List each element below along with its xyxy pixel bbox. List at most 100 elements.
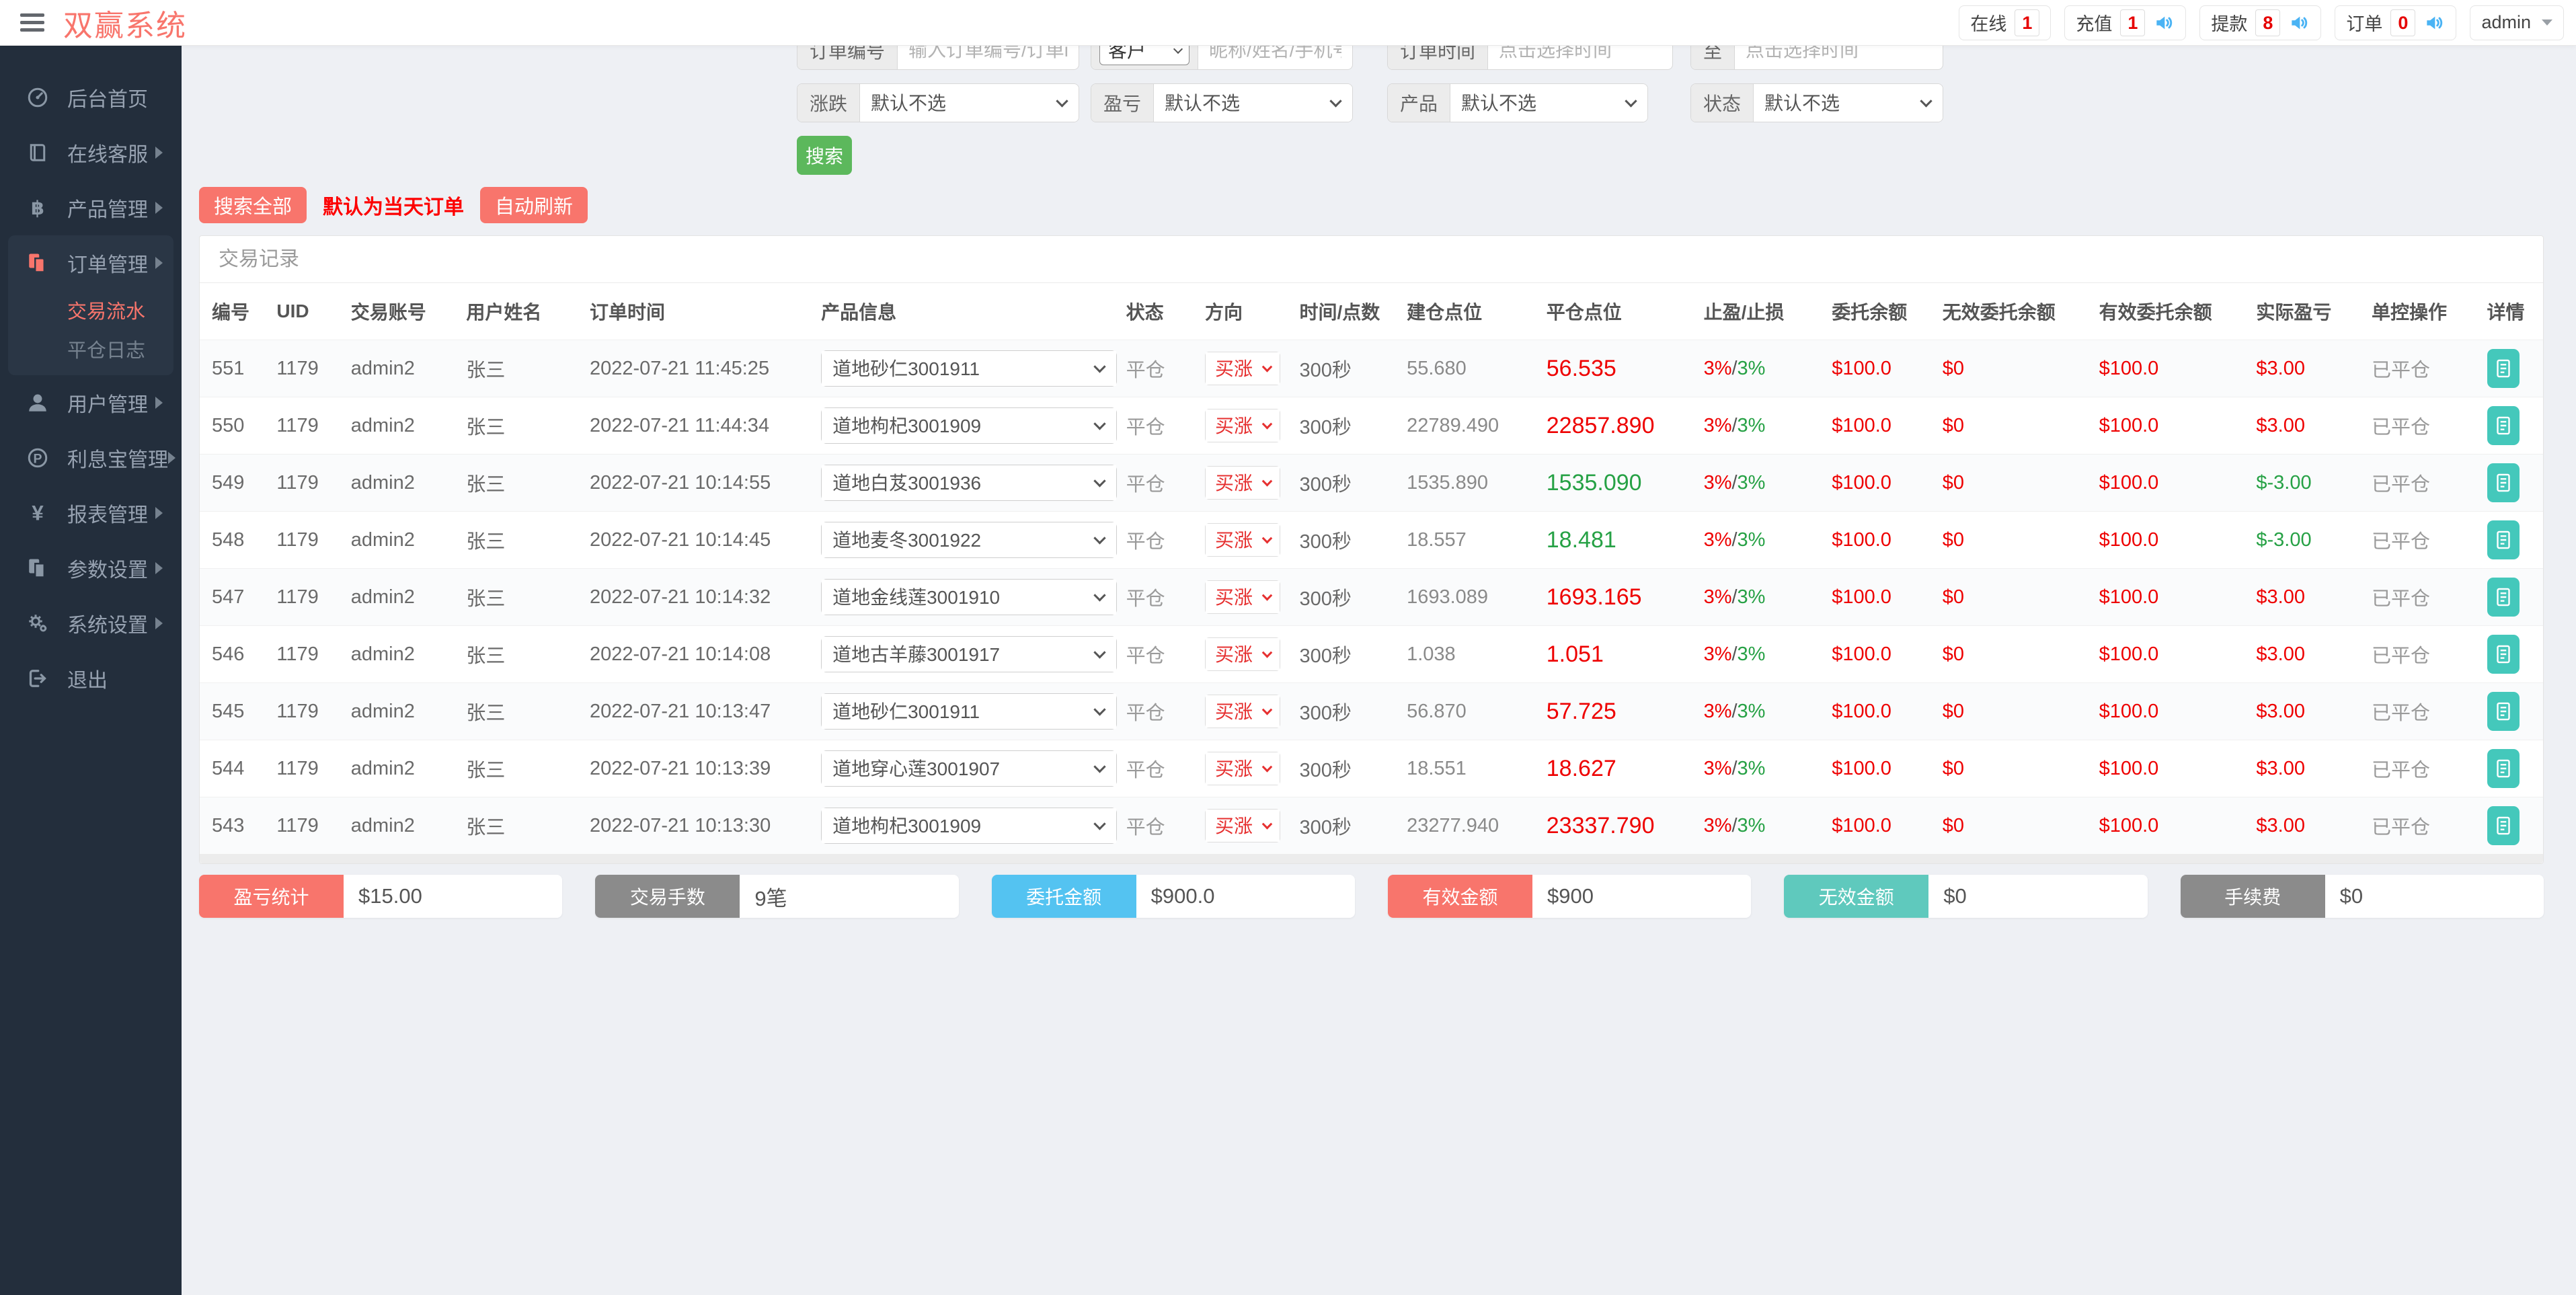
product-select[interactable]: 道地穿心莲3001907	[822, 751, 1116, 786]
sidebar-subitem-close-log[interactable]: 平仓日志	[8, 329, 173, 368]
admin-menu[interactable]: admin	[2470, 5, 2564, 40]
product-select[interactable]: 道地砂仁3001911	[822, 694, 1116, 729]
direction-select[interactable]: 买涨	[1206, 752, 1280, 785]
summary-invalid-amount: 无效金额 $0	[1784, 875, 2147, 918]
search-all-button[interactable]: 搜索全部	[199, 187, 307, 223]
product-select[interactable]: 道地砂仁3001911	[822, 351, 1116, 386]
detail-button[interactable]	[2487, 463, 2520, 502]
detail-button[interactable]	[2487, 349, 2520, 388]
sidebar-item-products[interactable]: ฿ 产品管理	[0, 180, 182, 235]
speaker-icon[interactable]	[2153, 12, 2175, 34]
take-profit-value: 3%	[1704, 701, 1732, 722]
detail-button[interactable]	[2487, 692, 2520, 731]
product-select[interactable]: 道地白芨3001936	[822, 465, 1116, 500]
direction-select[interactable]: 买涨	[1206, 524, 1280, 556]
cell-username: 张三	[461, 569, 584, 626]
detail-button[interactable]	[2487, 635, 2520, 674]
detail-button[interactable]	[2487, 406, 2520, 445]
cell-order-id: 547	[200, 569, 271, 626]
sidebar-item-users[interactable]: 用户管理	[0, 375, 182, 430]
auto-refresh-button[interactable]: 自动刷新	[480, 187, 588, 223]
cell-username: 张三	[461, 340, 584, 397]
sidebar-item-logout[interactable]: 退出	[0, 651, 182, 706]
sidebar-item-system-settings[interactable]: 系统设置	[0, 596, 182, 651]
col-header: 止盈/止损	[1699, 283, 1827, 340]
product-select[interactable]: 道地麦冬3001922	[822, 522, 1116, 557]
cell-open-price: 18.551	[1401, 740, 1541, 797]
product-select[interactable]: 道地枸杞3001909	[822, 808, 1116, 843]
detail-button[interactable]	[2487, 578, 2520, 617]
top-header: 双赢系统 在线 1 充值 1 提款 8 订单 0 admin	[0, 0, 2576, 46]
table-row: 550 1179 admin2 张三 2022-07-21 11:44:34 道…	[200, 397, 2543, 455]
sidebar-item-dashboard[interactable]: 后台首页	[0, 70, 182, 125]
book-icon	[26, 141, 50, 165]
product-select[interactable]: 道地金线莲3001910	[822, 580, 1116, 615]
updown-select[interactable]: 默认不选	[860, 84, 1079, 122]
status-select[interactable]: 默认不选	[1754, 84, 1943, 122]
col-header: 建仓点位	[1401, 283, 1541, 340]
cell-username: 张三	[461, 740, 584, 797]
direction-select[interactable]: 买涨	[1206, 352, 1280, 385]
detail-button[interactable]	[2487, 749, 2520, 788]
sidebar-item-parameters[interactable]: 参数设置	[0, 541, 182, 596]
cell-control-status: 已平仓	[2366, 626, 2482, 683]
col-header: 用户姓名	[461, 283, 584, 340]
summary-label: 委托金额	[992, 875, 1136, 918]
cell-detail	[2482, 512, 2543, 569]
speaker-icon[interactable]	[2288, 12, 2310, 34]
direction-select[interactable]: 买涨	[1206, 581, 1280, 613]
detail-button[interactable]	[2487, 806, 2520, 845]
col-header: 状态	[1121, 283, 1200, 340]
cell-uid: 1179	[271, 683, 345, 740]
summary-label: 无效金额	[1784, 875, 1928, 918]
cell-invalid-balance: $0	[1937, 455, 2094, 512]
list-document-icon	[2492, 355, 2515, 382]
direction-select[interactable]: 买涨	[1206, 467, 1280, 499]
cell-duration: 300秒	[1294, 569, 1402, 626]
filter-updown: 涨跌 默认不选	[797, 83, 1079, 122]
sidebar-item-interest[interactable]: P 利息宝管理	[0, 430, 182, 485]
sidebar-item-order-management[interactable]: 订单管理	[8, 235, 173, 290]
cell-valid-balance: $100.0	[2094, 569, 2251, 626]
cell-valid-balance: $100.0	[2094, 740, 2251, 797]
direction-select[interactable]: 买涨	[1206, 409, 1280, 442]
direction-select[interactable]: 买涨	[1206, 638, 1280, 670]
profit-select-wrap: 默认不选	[1154, 84, 1352, 122]
menu-toggle-icon[interactable]	[20, 13, 44, 32]
cell-tp-sl: 3%/3%	[1699, 340, 1827, 397]
direction-select-wrap: 买涨	[1205, 637, 1280, 671]
sidebar-item-customer-service[interactable]: 在线客服	[0, 125, 182, 180]
cell-status: 平仓	[1121, 626, 1200, 683]
product-select[interactable]: 道地枸杞3001909	[822, 408, 1116, 443]
cell-control-status: 已平仓	[2366, 512, 2482, 569]
direction-select[interactable]: 买涨	[1206, 695, 1280, 728]
product-filter-select[interactable]: 默认不选	[1450, 84, 1647, 122]
sidebar-subitem-transaction-flow[interactable]: 交易流水	[8, 290, 173, 329]
direction-select[interactable]: 买涨	[1206, 810, 1280, 842]
cell-account: admin2	[346, 455, 461, 512]
cell-duration: 300秒	[1294, 512, 1402, 569]
cell-actual-profit: $3.00	[2251, 397, 2366, 455]
cell-close-price: 1535.090	[1541, 455, 1699, 512]
product-select[interactable]: 道地古羊藤3001917	[822, 637, 1116, 672]
search-button[interactable]: 搜索	[797, 136, 852, 175]
detail-button[interactable]	[2487, 520, 2520, 559]
profit-select[interactable]: 默认不选	[1154, 84, 1352, 122]
cell-order-time: 2022-07-21 10:14:08	[584, 626, 816, 683]
summary-label: 有效金额	[1388, 875, 1532, 918]
cell-tp-sl: 3%/3%	[1699, 512, 1827, 569]
sidebar-group-orders: 订单管理 交易流水 平仓日志	[8, 235, 173, 375]
take-profit-value: 3%	[1704, 643, 1732, 665]
today-orders-note: 默认为当天订单	[323, 190, 464, 220]
cell-uid: 1179	[271, 740, 345, 797]
admin-username: admin	[2481, 12, 2531, 33]
table-row: 545 1179 admin2 张三 2022-07-21 10:13:47 道…	[200, 683, 2543, 740]
horizontal-scrollbar[interactable]	[200, 854, 2543, 863]
sidebar-item-reports[interactable]: ¥ 报表管理	[0, 485, 182, 541]
cell-actual-profit: $-3.00	[2251, 512, 2366, 569]
cell-direction: 买涨	[1200, 797, 1294, 855]
filter-form: 订单编号 客户 订单时间 至	[797, 31, 1943, 175]
speaker-icon[interactable]	[2423, 12, 2445, 34]
direction-select-wrap: 买涨	[1205, 352, 1280, 385]
cell-uid: 1179	[271, 512, 345, 569]
